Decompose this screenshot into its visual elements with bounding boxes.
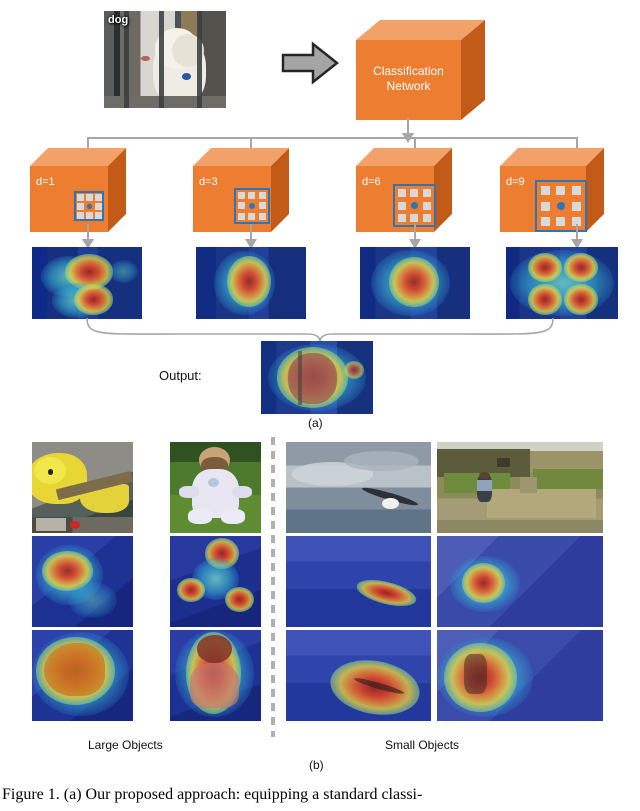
panel-b-small-objects-label: Small Objects [385,738,460,752]
panel-b-baseline-map-0 [32,536,133,627]
dilation-label-1: d=3 [199,176,218,188]
panel-b-baseline-map-1 [170,536,261,627]
attention-map-3 [506,247,618,319]
panel-b-input-1 [170,442,261,533]
panel-b-baseline-map-3 [437,536,603,627]
panel-b-proposed-map-0 [32,630,133,721]
panel-b-proposed-map-1 [170,630,261,721]
distribution-bus [87,137,578,139]
panel-b-baseline-map-2 [286,536,431,627]
panel-a-label: (a) [308,416,323,430]
attention-map-2 [360,247,470,319]
arrow-down-map-2-icon [409,236,421,249]
panel-b-input-2 [286,442,431,533]
panel-b-divider [271,437,275,737]
dilation-block-2: d=6 [356,148,468,232]
attention-map-1 [196,247,306,319]
kernel-patch-3 [535,180,587,232]
classification-network-label: Classification Network [373,64,444,93]
figure-caption: Figure 1. (a) Our proposed approach: equ… [2,786,423,803]
panel-b-label: (b) [309,758,324,772]
panel-b-proposed-map-3 [437,630,603,721]
arrow-down-map-3-icon [571,236,583,249]
kernel-patch-0 [74,191,104,221]
arrow-down-map-1-icon [245,236,257,249]
kernel-patch-1 [234,188,270,224]
attention-map-0 [32,247,142,319]
arrow-down-map-0-icon [82,236,94,249]
classification-network-box: Classification Network [356,20,509,120]
right-block-arrow-icon [281,41,340,85]
output-attention-map [261,341,373,414]
output-label: Output: [159,368,202,383]
input-image: dog [104,11,226,108]
panel-b-large-objects-label: Large Objects [88,738,163,752]
dilation-block-0: d=1 [30,148,142,232]
dilation-label-0: d=1 [36,176,55,188]
kernel-patch-2 [393,184,436,227]
panel-b-proposed-map-2 [286,630,431,721]
panel-b-input-3 [437,442,603,533]
panel-b-input-0 [32,442,133,533]
dilation-block-1: d=3 [193,148,305,232]
input-class-label: dog [108,14,129,26]
dilation-block-3: d=9 [500,148,620,232]
